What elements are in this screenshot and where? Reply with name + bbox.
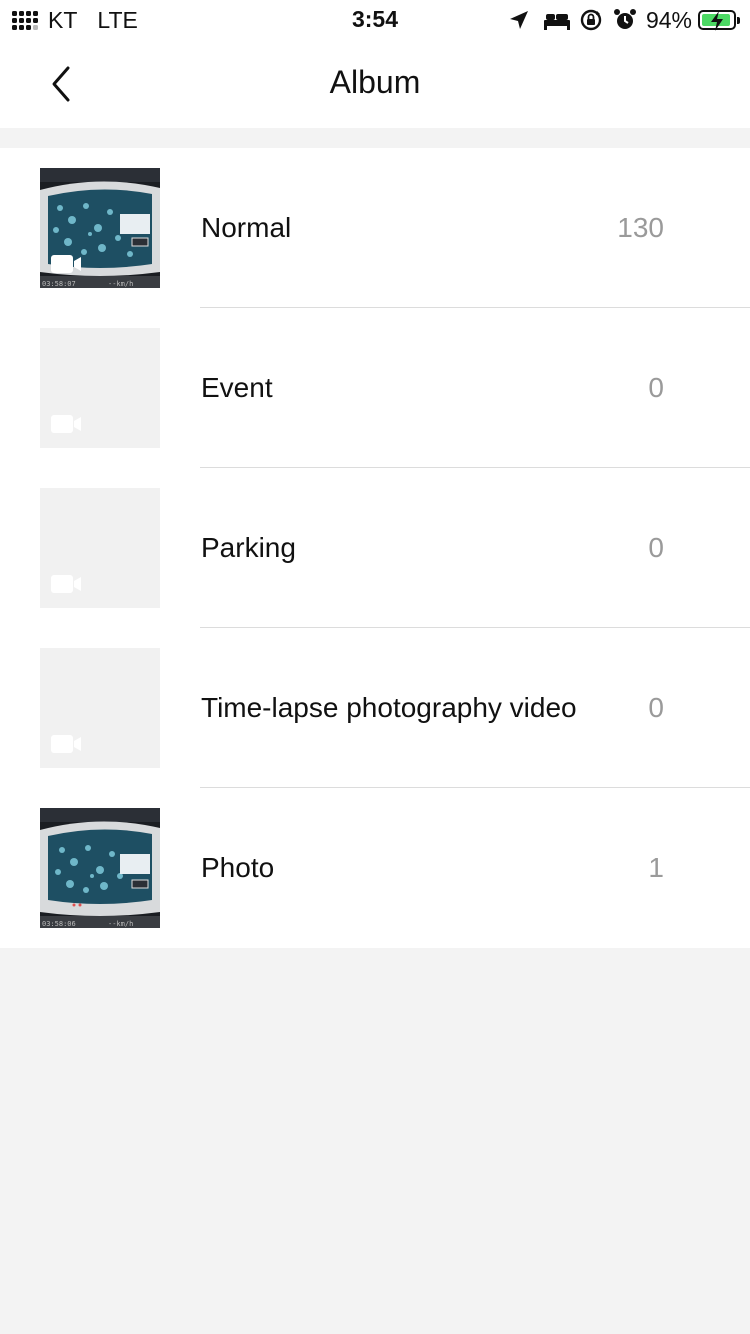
video-camera-icon <box>51 415 81 433</box>
album-row-parking[interactable]: Parking 0 <box>0 468 750 628</box>
bed-icon <box>543 14 570 30</box>
svg-text:03:58:07: 03:58:07 <box>42 280 76 288</box>
album-name: Photo <box>201 852 275 883</box>
battery-percentage: 94% <box>645 6 692 33</box>
status-right: 94% <box>498 6 740 34</box>
album-count: 0 <box>648 372 664 403</box>
album-name: Time-lapse photography video <box>201 692 577 723</box>
album-row-photo[interactable]: 03:58:06 --km/h Photo 1 <box>0 788 750 948</box>
video-camera-icon <box>51 575 81 593</box>
album-row-time-lapse[interactable]: Time-lapse photography video 0 <box>0 628 750 788</box>
album-thumbnail: 03:58:07 --km/h <box>40 168 160 288</box>
album-count: 1 <box>648 852 664 883</box>
album-count: 130 <box>617 212 664 243</box>
album-thumbnail <box>40 488 160 608</box>
battery-charging-icon <box>698 10 740 31</box>
album-name: Parking <box>201 532 296 563</box>
svg-text:--km/h: --km/h <box>108 280 133 288</box>
album-row-event[interactable]: Event 0 <box>0 308 750 468</box>
location-arrow-icon <box>509 11 528 29</box>
svg-text:--km/h: --km/h <box>108 920 133 928</box>
alarm-icon <box>613 9 636 29</box>
album-count: 0 <box>648 532 664 563</box>
svg-text:03:58:06: 03:58:06 <box>42 920 76 928</box>
nav-header: Album <box>0 40 750 128</box>
album-count: 0 <box>648 692 664 723</box>
album-name: Normal <box>201 212 292 243</box>
status-bar: KT LTE 3:54 94% <box>0 0 750 40</box>
album-row-normal[interactable]: 03:58:07 --km/h Normal 130 <box>0 148 750 308</box>
orientation-lock-icon <box>580 9 602 31</box>
page-title: Album <box>329 64 421 100</box>
video-camera-icon <box>51 255 81 273</box>
album-thumbnail: 03:58:06 --km/h <box>40 808 160 928</box>
album-thumbnail <box>40 648 160 768</box>
album-name: Event <box>201 372 273 403</box>
album-thumbnail <box>40 328 160 448</box>
album-list: 03:58:07 --km/h Normal 130 Event 0 Parki… <box>0 148 750 948</box>
video-camera-icon <box>51 735 81 753</box>
